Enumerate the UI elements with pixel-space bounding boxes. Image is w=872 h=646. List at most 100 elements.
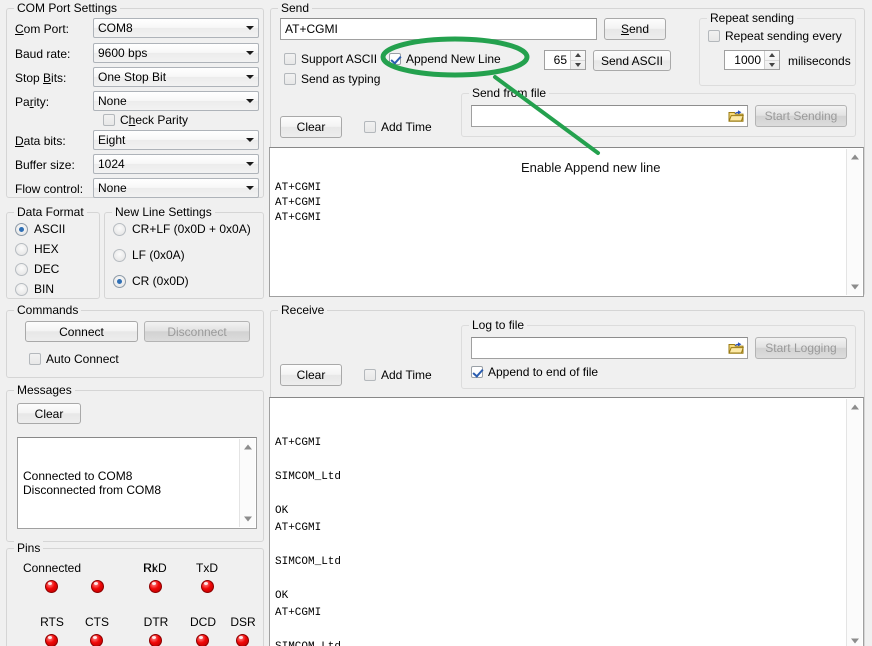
send-input[interactable]: AT+CGMI [280, 18, 597, 40]
append-new-line-checkbox[interactable]: Append New Line [389, 52, 501, 66]
radio-newline-cr[interactable]: CR (0x0D) [113, 274, 189, 288]
send-clear-label: Clear [297, 120, 326, 134]
auto-connect-checkbox[interactable]: Auto Connect [29, 352, 119, 366]
check-parity-label: Check Parity [120, 113, 188, 127]
radio-data-format-dec[interactable]: DEC [15, 262, 59, 276]
spinner-up-icon[interactable] [765, 51, 779, 61]
append-to-end-checkbox[interactable]: Append to end of file [471, 365, 598, 379]
start-sending-button[interactable]: Start Sending [755, 105, 847, 127]
start-logging-button[interactable]: Start Logging [755, 337, 847, 359]
chevron-down-icon [242, 19, 258, 37]
pin-led-txd [201, 580, 214, 593]
check-parity-checkbox[interactable]: Check Parity [103, 113, 188, 127]
checkbox-box [389, 53, 401, 65]
receive-add-time-checkbox[interactable]: Add Time [364, 368, 432, 382]
scroll-up-icon[interactable] [847, 149, 862, 165]
radio-data-format-bin[interactable]: BIN [15, 282, 54, 296]
disconnect-button[interactable]: Disconnect [144, 321, 250, 342]
com-port-settings-group: COM Port Settings Com Port: COM8 Baud ra… [6, 8, 264, 198]
messages-scrollbar[interactable] [239, 439, 255, 527]
spinner-down-icon[interactable] [765, 61, 779, 70]
pin-led-ri [91, 580, 104, 593]
radio-label: HEX [34, 242, 59, 256]
pin-label-rts: RTS [27, 615, 77, 629]
com-port-settings-title: COM Port Settings [14, 1, 120, 15]
send-from-file-title: Send from file [469, 86, 549, 100]
messages-listbox[interactable]: Connected to COM8 Disconnected from COM8 [17, 437, 257, 529]
send-from-file-group: Send from file Start Sending [461, 93, 856, 137]
buffer-size-value: 1024 [94, 157, 242, 171]
checkbox-box [103, 114, 115, 126]
receive-group: Receive Clear Add Time Log to file [270, 310, 865, 646]
radio-dot [15, 223, 28, 236]
new-line-settings-group: New Line Settings CR+LF (0x0D + 0x0A) LF… [104, 212, 264, 299]
pin-led-dsr [236, 634, 249, 646]
folder-open-icon[interactable] [726, 107, 746, 125]
connect-button[interactable]: Connect [25, 321, 138, 342]
log-file-path-input[interactable] [471, 337, 748, 359]
radio-newline-lf[interactable]: LF (0x0A) [113, 248, 185, 262]
radio-newline-crlf[interactable]: CR+LF (0x0D + 0x0A) [113, 222, 251, 236]
pin-label-dsr: DSR [218, 615, 268, 629]
scroll-up-icon[interactable] [847, 399, 862, 415]
scroll-up-icon[interactable] [240, 439, 255, 455]
buffer-size-combo[interactable]: 1024 [93, 154, 259, 174]
append-to-end-label: Append to end of file [488, 365, 598, 379]
spinner-up-icon[interactable] [571, 51, 585, 61]
ascii-count-spinner[interactable]: 65 [544, 50, 586, 70]
chevron-down-icon [242, 68, 258, 86]
receive-output-area[interactable]: AT+CGMI SIMCOM_Ltd OK AT+CGMI SIMCOM_Ltd… [269, 397, 864, 646]
receive-clear-button[interactable]: Clear [280, 364, 342, 386]
repeat-sending-checkbox[interactable]: Repeat sending every [708, 29, 842, 43]
buffer-size-label: Buffer size: [15, 158, 75, 172]
scroll-down-icon[interactable] [240, 511, 255, 527]
serial-terminal-window: COM Port Settings Com Port: COM8 Baud ra… [0, 0, 872, 646]
window-right-frame [868, 0, 872, 646]
spinner-down-icon[interactable] [571, 61, 585, 70]
chevron-down-icon [242, 44, 258, 62]
support-ascii-checkbox[interactable]: Support ASCII [284, 52, 377, 66]
radio-data-format-ascii[interactable]: ASCII [15, 222, 65, 236]
messages-clear-button[interactable]: Clear [17, 403, 81, 424]
messages-title: Messages [14, 383, 75, 397]
stop-bits-label: Stop Bits: [15, 71, 66, 85]
stop-bits-combo[interactable]: One Stop Bit [93, 67, 259, 87]
com-port-combo[interactable]: COM8 [93, 18, 259, 38]
pin-label-txd: TxD [187, 561, 227, 575]
radio-dot [15, 283, 28, 296]
receive-output-content: AT+CGMI SIMCOM_Ltd OK AT+CGMI SIMCOM_Ltd… [270, 432, 863, 646]
start-logging-label: Start Logging [765, 341, 836, 355]
send-file-path-input[interactable] [471, 105, 748, 127]
data-bits-value: Eight [94, 133, 242, 147]
checkbox-box [364, 121, 376, 133]
send-button[interactable]: Send [604, 18, 666, 40]
scroll-down-icon[interactable] [847, 279, 862, 295]
folder-open-icon[interactable] [726, 339, 746, 357]
send-button-label: Send [621, 22, 649, 36]
send-output-scrollbar[interactable] [846, 149, 862, 295]
spinner-buttons[interactable] [764, 51, 779, 69]
send-clear-button[interactable]: Clear [280, 116, 342, 138]
receive-output-scrollbar[interactable] [846, 399, 862, 646]
data-bits-combo[interactable]: Eight [93, 130, 259, 150]
repeat-unit-label: miliseconds [788, 54, 851, 68]
radio-data-format-hex[interactable]: HEX [15, 242, 59, 256]
chevron-down-icon [242, 155, 258, 173]
checkbox-box [708, 30, 720, 42]
repeat-interval-value: 1000 [725, 51, 764, 69]
send-ascii-button[interactable]: Send ASCII [593, 50, 671, 71]
spinner-buttons[interactable] [570, 51, 585, 69]
repeat-interval-spinner[interactable]: 1000 [724, 50, 780, 70]
checkbox-box [284, 73, 296, 85]
baud-rate-combo[interactable]: 9600 bps [93, 43, 259, 63]
send-add-time-checkbox[interactable]: Add Time [364, 120, 432, 134]
pin-led-connected [45, 580, 58, 593]
com-port-value: COM8 [94, 21, 242, 35]
flow-control-combo[interactable]: None [93, 178, 259, 198]
messages-content: Connected to COM8 Disconnected from COM8 [18, 466, 256, 500]
parity-combo[interactable]: None [93, 91, 259, 111]
send-as-typing-checkbox[interactable]: Send as typing [284, 72, 380, 86]
checkbox-box [471, 366, 483, 378]
scroll-down-icon[interactable] [847, 633, 862, 646]
data-bits-label: Data bits: [15, 134, 66, 148]
